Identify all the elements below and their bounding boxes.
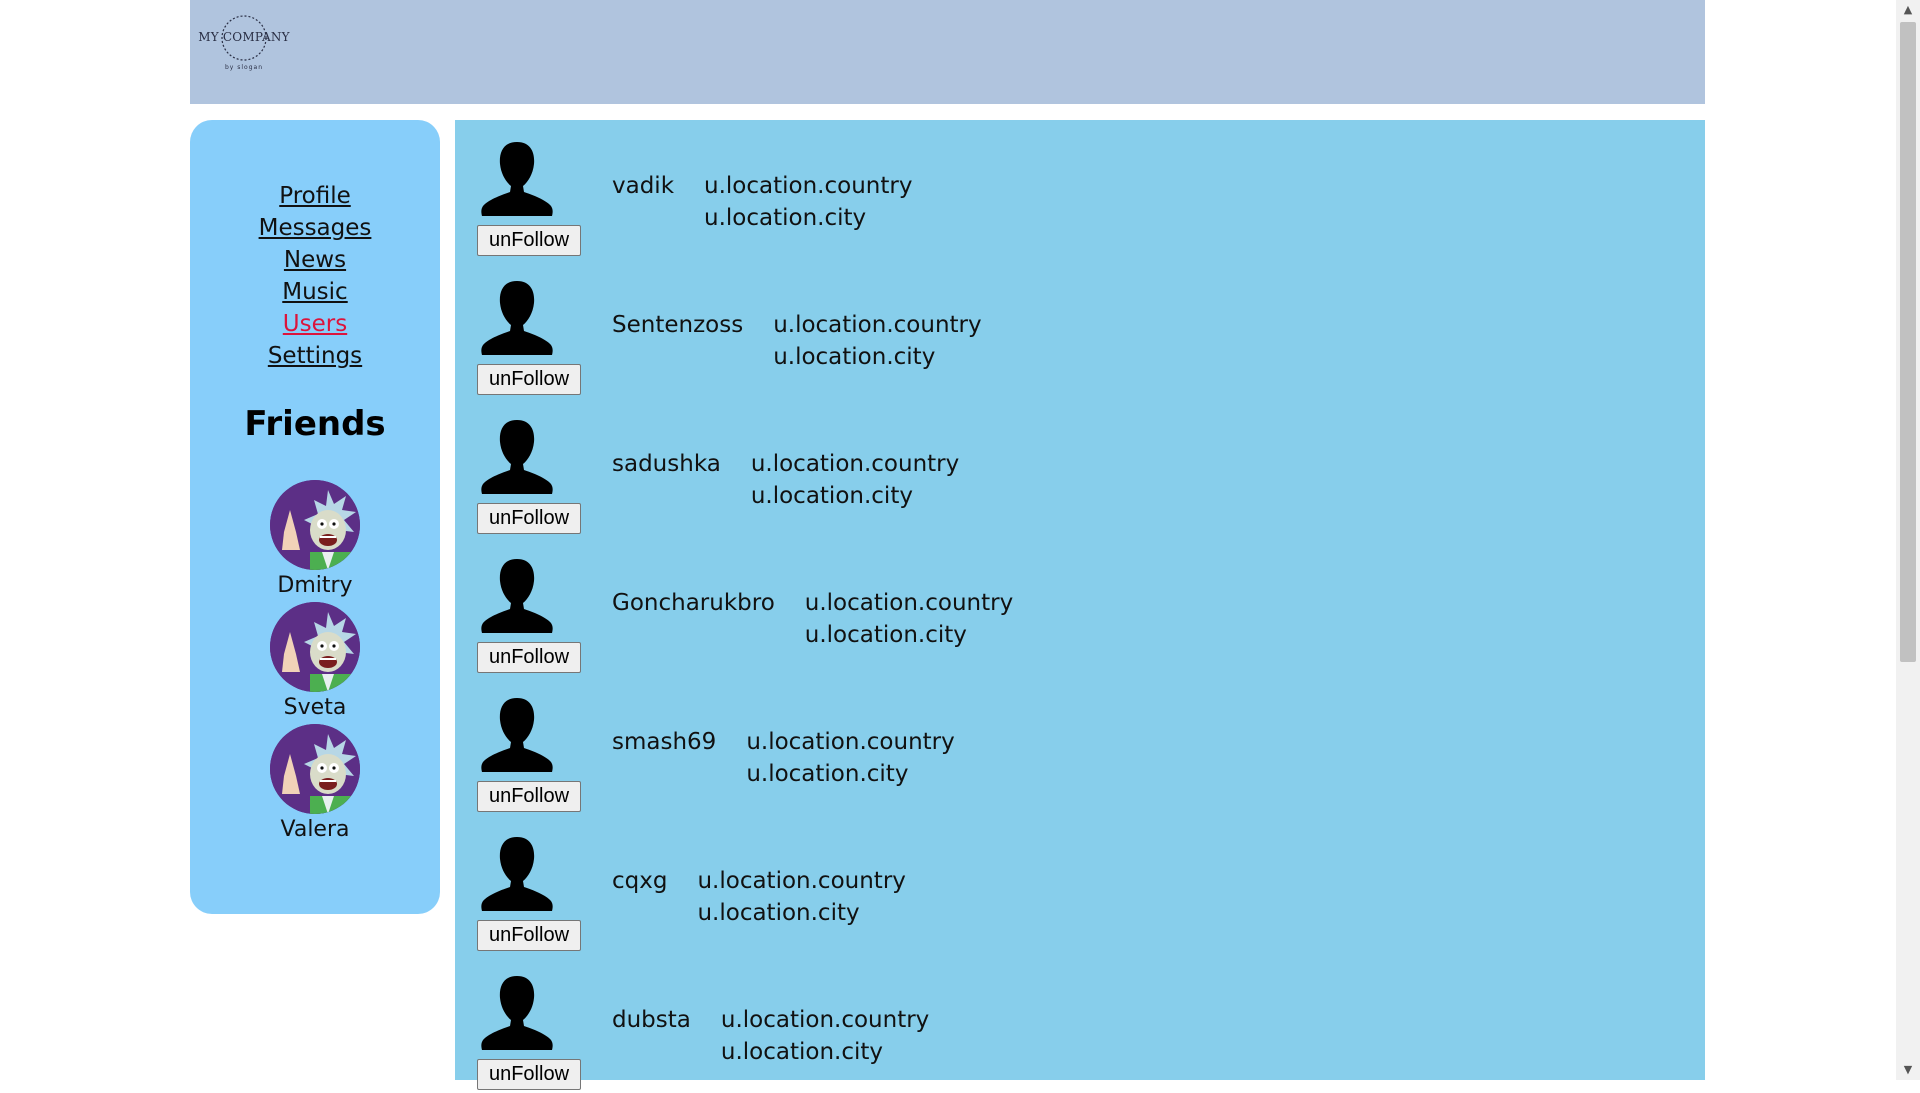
friend-item[interactable]: Valera bbox=[270, 724, 360, 846]
unfollow-button[interactable]: unFollow bbox=[477, 920, 581, 951]
header: MY COMPANY by slogan bbox=[190, 0, 1705, 104]
unfollow-button[interactable]: unFollow bbox=[477, 503, 581, 534]
user-name: Sentenzoss bbox=[612, 312, 744, 338]
page: MY COMPANY by slogan Profile Messages Ne… bbox=[190, 0, 1705, 1090]
user-country: u.location.country bbox=[720, 1007, 930, 1033]
cartoon-avatar-icon bbox=[270, 602, 360, 692]
user-name: cqxg bbox=[612, 868, 668, 894]
user-item: unFollow smash69 u.location.country u.lo… bbox=[455, 676, 1705, 815]
friend-avatar bbox=[270, 602, 360, 692]
user-country: u.location.country bbox=[773, 312, 982, 338]
user-item: unFollow Goncharukbro u.location.country… bbox=[455, 537, 1705, 676]
user-info: Goncharukbro u.location.country u.locati… bbox=[612, 587, 1013, 651]
user-info: smash69 u.location.country u.location.ci… bbox=[612, 726, 955, 790]
person-silhouette-icon bbox=[481, 281, 553, 355]
user-item: unFollow cqxg u.location.country u.locat… bbox=[455, 815, 1705, 954]
user-name: smash69 bbox=[612, 729, 717, 755]
user-location: u.location.country u.location.city bbox=[721, 1004, 929, 1068]
user-photo bbox=[477, 696, 557, 772]
user-city: u.location.city bbox=[720, 1039, 883, 1065]
user-location: u.location.country u.location.city bbox=[751, 448, 959, 512]
user-item: unFollow Sentenzoss u.location.country u… bbox=[455, 259, 1705, 398]
user-city: u.location.city bbox=[804, 622, 967, 648]
users-list: unFollow vadik u.location.country u.loca… bbox=[455, 120, 1705, 1090]
user-photo bbox=[477, 140, 557, 216]
scroll-up-arrow-icon[interactable]: ▲ bbox=[1896, 0, 1920, 20]
unfollow-button[interactable]: unFollow bbox=[477, 781, 581, 812]
user-country: u.location.country bbox=[704, 173, 913, 199]
person-silhouette-icon bbox=[481, 837, 553, 911]
user-item: unFollow dubsta u.location.country u.loc… bbox=[455, 954, 1705, 1093]
user-location: u.location.country u.location.city bbox=[773, 309, 981, 373]
user-country: u.location.country bbox=[750, 451, 960, 477]
person-silhouette-icon bbox=[481, 142, 553, 216]
user-city: u.location.city bbox=[704, 205, 867, 231]
friend-item[interactable]: Dmitry bbox=[270, 480, 360, 602]
user-info: cqxg u.location.country u.location.city bbox=[612, 865, 906, 929]
user-city: u.location.city bbox=[697, 900, 860, 926]
friend-name: Dmitry bbox=[277, 573, 353, 598]
scroll-down-arrow-icon[interactable]: ▼ bbox=[1896, 1060, 1920, 1080]
user-country: u.location.country bbox=[746, 729, 955, 755]
user-location: u.location.country u.location.city bbox=[746, 726, 954, 790]
nav-link-music[interactable]: Music bbox=[282, 276, 347, 308]
user-photo bbox=[477, 974, 557, 1050]
friends-title: Friends bbox=[244, 404, 386, 444]
user-item: unFollow sadushka u.location.country u.l… bbox=[455, 398, 1705, 537]
user-item: unFollow vadik u.location.country u.loca… bbox=[455, 120, 1705, 259]
person-silhouette-icon bbox=[481, 698, 553, 772]
user-city: u.location.city bbox=[746, 761, 909, 787]
user-info: vadik u.location.country u.location.city bbox=[612, 170, 912, 234]
logo-subtext: by slogan bbox=[224, 64, 264, 71]
user-photo bbox=[477, 557, 557, 633]
user-city: u.location.city bbox=[773, 344, 936, 370]
user-info: Sentenzoss u.location.country u.location… bbox=[612, 309, 982, 373]
user-name: dubsta bbox=[612, 1007, 691, 1033]
person-silhouette-icon bbox=[481, 976, 553, 1050]
friend-avatar bbox=[270, 724, 360, 814]
user-info: dubsta u.location.country u.location.cit… bbox=[612, 1004, 929, 1068]
scrollbar-thumb[interactable] bbox=[1900, 22, 1916, 662]
friend-name: Sveta bbox=[283, 695, 347, 720]
friend-item[interactable]: Sveta bbox=[270, 602, 360, 724]
unfollow-button[interactable]: unFollow bbox=[477, 364, 581, 395]
company-logo[interactable]: MY COMPANY by slogan bbox=[198, 14, 290, 76]
user-photo bbox=[477, 418, 557, 494]
user-name: vadik bbox=[612, 173, 675, 199]
user-photo bbox=[477, 279, 557, 355]
sidebar: Profile Messages News Music Users Settin… bbox=[190, 120, 440, 914]
friend-name: Valera bbox=[280, 817, 350, 842]
unfollow-button[interactable]: unFollow bbox=[477, 642, 581, 673]
user-location: u.location.country u.location.city bbox=[805, 587, 1013, 651]
user-country: u.location.country bbox=[697, 868, 906, 894]
main-nav: Profile Messages News Music Users Settin… bbox=[190, 180, 440, 372]
logo-text: MY COMPANY bbox=[198, 30, 290, 44]
user-photo bbox=[477, 835, 557, 911]
user-country: u.location.country bbox=[804, 590, 1014, 616]
unfollow-button[interactable]: unFollow bbox=[477, 1059, 581, 1090]
nav-link-news[interactable]: News bbox=[284, 244, 346, 276]
unfollow-button[interactable]: unFollow bbox=[477, 225, 581, 256]
friend-avatar bbox=[270, 480, 360, 570]
vertical-scrollbar[interactable]: ▲ ▼ bbox=[1896, 0, 1920, 1080]
user-location: u.location.country u.location.city bbox=[697, 865, 905, 929]
user-name: sadushka bbox=[612, 451, 721, 477]
cartoon-avatar-icon bbox=[270, 480, 360, 570]
friends-list: Dmitry Sveta Valera bbox=[190, 480, 440, 846]
user-name: Goncharukbro bbox=[612, 590, 775, 616]
user-city: u.location.city bbox=[750, 483, 913, 509]
user-info: sadushka u.location.country u.location.c… bbox=[612, 448, 959, 512]
user-location: u.location.country u.location.city bbox=[704, 170, 912, 234]
person-silhouette-icon bbox=[481, 559, 553, 633]
cartoon-avatar-icon bbox=[270, 724, 360, 814]
nav-link-messages[interactable]: Messages bbox=[259, 212, 372, 244]
nav-link-settings[interactable]: Settings bbox=[268, 340, 362, 372]
nav-link-profile[interactable]: Profile bbox=[279, 180, 351, 212]
nav-link-users[interactable]: Users bbox=[283, 308, 347, 340]
person-silhouette-icon bbox=[481, 420, 553, 494]
